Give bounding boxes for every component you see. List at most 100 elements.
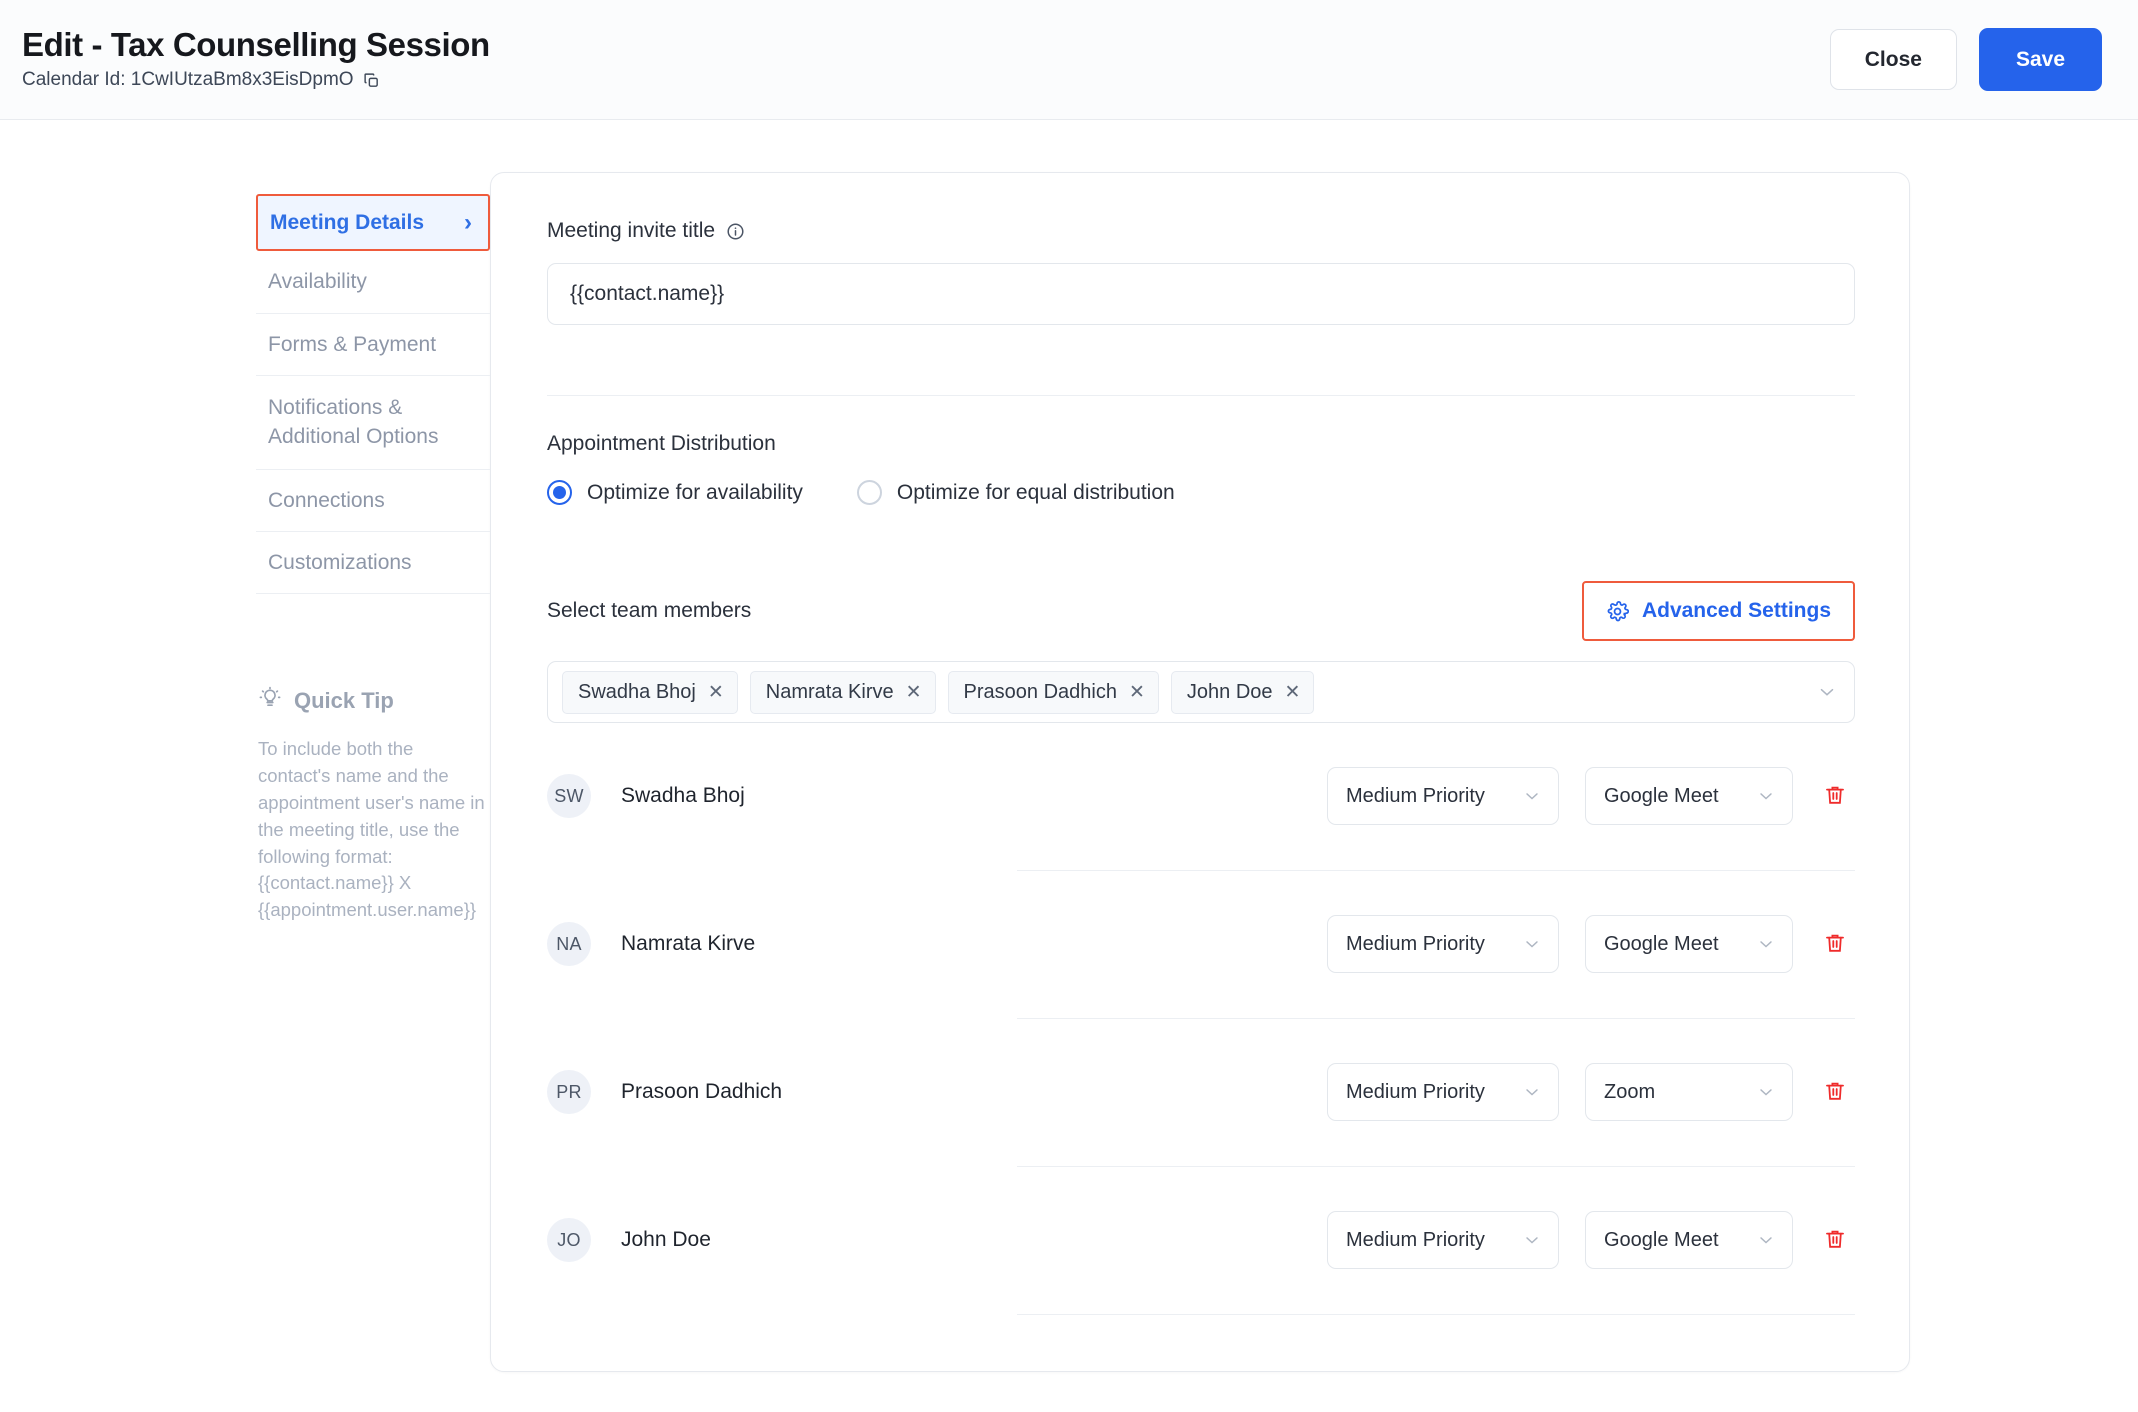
chip-label: Prasoon Dadhich [964, 681, 1117, 704]
priority-value: Medium Priority [1346, 933, 1485, 956]
table-row: SW Swadha Bhoj Medium Priority Google Me… [547, 723, 1855, 871]
chevron-down-icon [1522, 934, 1542, 954]
calendar-id: Calendar Id: 1CwIUtzaBm8x3EisDpmO [22, 69, 490, 92]
table-row: NA Namrata Kirve Medium Priority Google … [547, 871, 1855, 1019]
trash-icon [1823, 783, 1847, 810]
info-icon[interactable] [726, 222, 745, 241]
member-name: Swadha Bhoj [621, 784, 1327, 808]
radio-equal-label: Optimize for equal distribution [897, 481, 1175, 505]
location-select[interactable]: Zoom [1585, 1063, 1793, 1121]
main-content: Meeting invite title Appointment Distrib… [490, 172, 2138, 1372]
close-icon[interactable]: ✕ [1285, 683, 1301, 702]
radio-availability-indicator[interactable] [547, 480, 572, 505]
calendar-id-label: Calendar Id: 1CwIUtzaBm8x3EisDpmO [22, 69, 354, 92]
quick-tip: Quick Tip To include both the contact's … [256, 686, 490, 924]
chevron-right-icon: › [464, 211, 472, 235]
priority-select[interactable]: Medium Priority [1327, 915, 1559, 973]
close-icon[interactable]: ✕ [906, 683, 922, 702]
meeting-invite-title-input[interactable] [547, 263, 1855, 325]
priority-value: Medium Priority [1346, 1229, 1485, 1252]
chevron-down-icon [1756, 934, 1776, 954]
priority-select[interactable]: Medium Priority [1327, 1211, 1559, 1269]
lightbulb-icon [258, 686, 282, 716]
close-button[interactable]: Close [1830, 29, 1957, 90]
radio-optimize-availability[interactable]: Optimize for availability [547, 480, 803, 505]
chip-john-doe[interactable]: John Doe ✕ [1171, 671, 1315, 714]
team-members-multiselect[interactable]: Swadha Bhoj ✕ Namrata Kirve ✕ Prasoon Da… [547, 661, 1855, 723]
member-name: John Doe [621, 1228, 1327, 1252]
sidebar-item-customizations[interactable]: Customizations [256, 532, 490, 594]
delete-member-button[interactable] [1815, 776, 1855, 816]
location-value: Zoom [1604, 1081, 1655, 1104]
close-icon[interactable]: ✕ [1129, 683, 1145, 702]
chip-label: John Doe [1187, 681, 1273, 704]
sidebar-nav: Meeting Details › Availability Forms & P… [256, 194, 490, 594]
chevron-down-icon [1756, 1082, 1776, 1102]
meeting-details-card: Meeting invite title Appointment Distrib… [490, 172, 1910, 1372]
sidebar-item-availability[interactable]: Availability [256, 251, 490, 313]
row-divider [1017, 1314, 1855, 1315]
radio-optimize-equal-distribution[interactable]: Optimize for equal distribution [857, 480, 1175, 505]
avatar: JO [547, 1218, 591, 1262]
priority-value: Medium Priority [1346, 1081, 1485, 1104]
appointment-distribution-title: Appointment Distribution [547, 432, 1855, 456]
trash-icon [1823, 931, 1847, 958]
radio-availability-label: Optimize for availability [587, 481, 803, 505]
radio-equal-indicator[interactable] [857, 480, 882, 505]
location-value: Google Meet [1604, 1229, 1719, 1252]
chevron-down-icon[interactable] [1816, 681, 1838, 703]
select-team-members-label: Select team members [547, 599, 751, 623]
invite-title-label: Meeting invite title [547, 219, 715, 243]
quick-tip-body: To include both the contact's name and t… [258, 736, 490, 924]
advanced-settings-label: Advanced Settings [1642, 599, 1831, 623]
quick-tip-header: Quick Tip [258, 686, 490, 716]
priority-select[interactable]: Medium Priority [1327, 767, 1559, 825]
chevron-down-icon [1522, 786, 1542, 806]
trash-icon [1823, 1079, 1847, 1106]
copy-icon[interactable] [363, 72, 380, 89]
location-select[interactable]: Google Meet [1585, 1211, 1793, 1269]
chip-label: Namrata Kirve [766, 681, 894, 704]
chevron-down-icon [1756, 1230, 1776, 1250]
page-title: Edit - Tax Counselling Session [22, 27, 490, 63]
chip-swadha-bhoj[interactable]: Swadha Bhoj ✕ [562, 671, 738, 714]
priority-value: Medium Priority [1346, 785, 1485, 808]
location-select[interactable]: Google Meet [1585, 767, 1793, 825]
header-actions: Close Save [1830, 28, 2102, 91]
sidebar-item-notifications[interactable]: Notifications & Additional Options [256, 376, 490, 470]
sidebar: Meeting Details › Availability Forms & P… [0, 172, 490, 924]
sidebar-item-meeting-details[interactable]: Meeting Details › [256, 194, 490, 251]
chevron-down-icon [1522, 1082, 1542, 1102]
chevron-down-icon [1522, 1230, 1542, 1250]
avatar: PR [547, 1070, 591, 1114]
location-value: Google Meet [1604, 785, 1719, 808]
avatar: NA [547, 922, 591, 966]
table-row: JO John Doe Medium Priority Google Meet [547, 1167, 1855, 1315]
gear-icon [1606, 600, 1629, 623]
advanced-settings-button[interactable]: Advanced Settings [1582, 581, 1855, 641]
section-divider [547, 395, 1855, 396]
team-members-header: Select team members Advanced Settings [547, 581, 1855, 641]
chevron-down-icon [1756, 786, 1776, 806]
chip-namrata-kirve[interactable]: Namrata Kirve ✕ [750, 671, 936, 714]
delete-member-button[interactable] [1815, 1220, 1855, 1260]
save-button[interactable]: Save [1979, 28, 2102, 91]
header-titles: Edit - Tax Counselling Session Calendar … [22, 27, 490, 92]
sidebar-item-connections[interactable]: Connections [256, 470, 490, 532]
delete-member-button[interactable] [1815, 1072, 1855, 1112]
trash-icon [1823, 1227, 1847, 1254]
member-name: Prasoon Dadhich [621, 1080, 1327, 1104]
chip-label: Swadha Bhoj [578, 681, 696, 704]
location-value: Google Meet [1604, 933, 1719, 956]
location-select[interactable]: Google Meet [1585, 915, 1793, 973]
invite-title-label-row: Meeting invite title [547, 219, 1855, 243]
quick-tip-title: Quick Tip [294, 688, 394, 714]
priority-select[interactable]: Medium Priority [1327, 1063, 1559, 1121]
appointment-distribution-options: Optimize for availability Optimize for e… [547, 480, 1855, 505]
app-header: Edit - Tax Counselling Session Calendar … [0, 0, 2138, 120]
sidebar-item-forms-payment[interactable]: Forms & Payment [256, 314, 490, 376]
delete-member-button[interactable] [1815, 924, 1855, 964]
close-icon[interactable]: ✕ [708, 683, 724, 702]
sidebar-item-label: Meeting Details [270, 209, 424, 236]
chip-prasoon-dadhich[interactable]: Prasoon Dadhich ✕ [948, 671, 1159, 714]
